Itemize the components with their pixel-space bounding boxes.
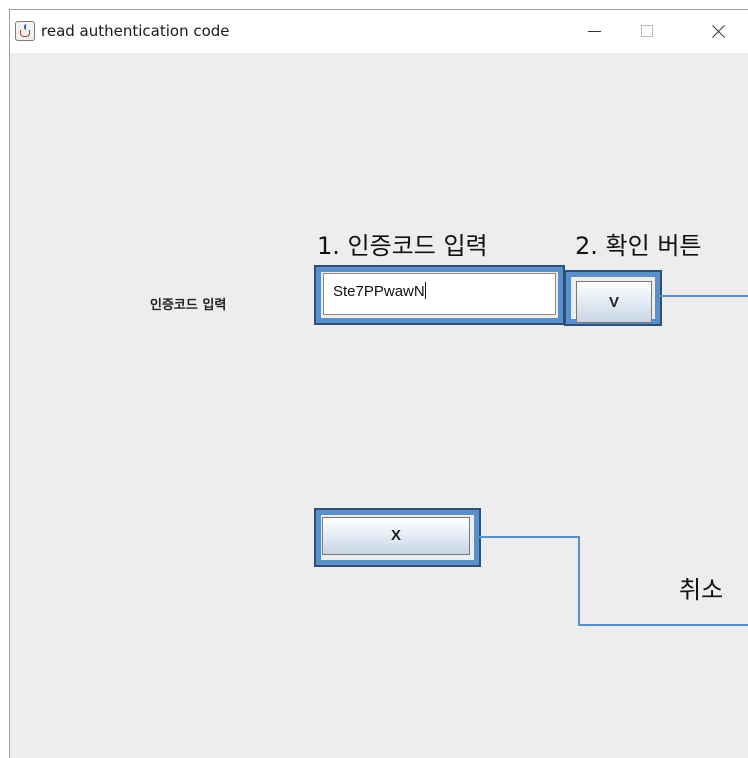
window-title: read authentication code	[41, 22, 230, 40]
text-caret	[424, 282, 426, 299]
close-button[interactable]	[693, 10, 739, 53]
auth-code-value: Ste7PPwawN	[333, 283, 425, 300]
confirm-callout-text: 2. 확인 버튼	[575, 232, 702, 260]
input-callout-text: 1. 인증코드 입력	[317, 232, 488, 260]
java-app-icon	[15, 21, 35, 41]
cancel-connector-line-h1	[479, 536, 579, 538]
confirm-connector-line	[660, 295, 748, 297]
cancel-connector-line-h2	[578, 624, 748, 626]
confirm-button[interactable]: V	[576, 281, 652, 323]
app-window: read authentication code	[9, 9, 748, 758]
code-field-label: 인증코드 입력	[150, 298, 227, 313]
cancel-button[interactable]: X	[322, 517, 470, 555]
cancel-connector-line-v	[578, 536, 580, 626]
cancel-callout-text: 취소	[679, 576, 724, 604]
maximize-button[interactable]	[624, 10, 670, 53]
auth-code-input[interactable]: Ste7PPwawN	[323, 273, 556, 315]
title-bar[interactable]: read authentication code	[10, 10, 748, 53]
minimize-button[interactable]	[571, 10, 617, 53]
